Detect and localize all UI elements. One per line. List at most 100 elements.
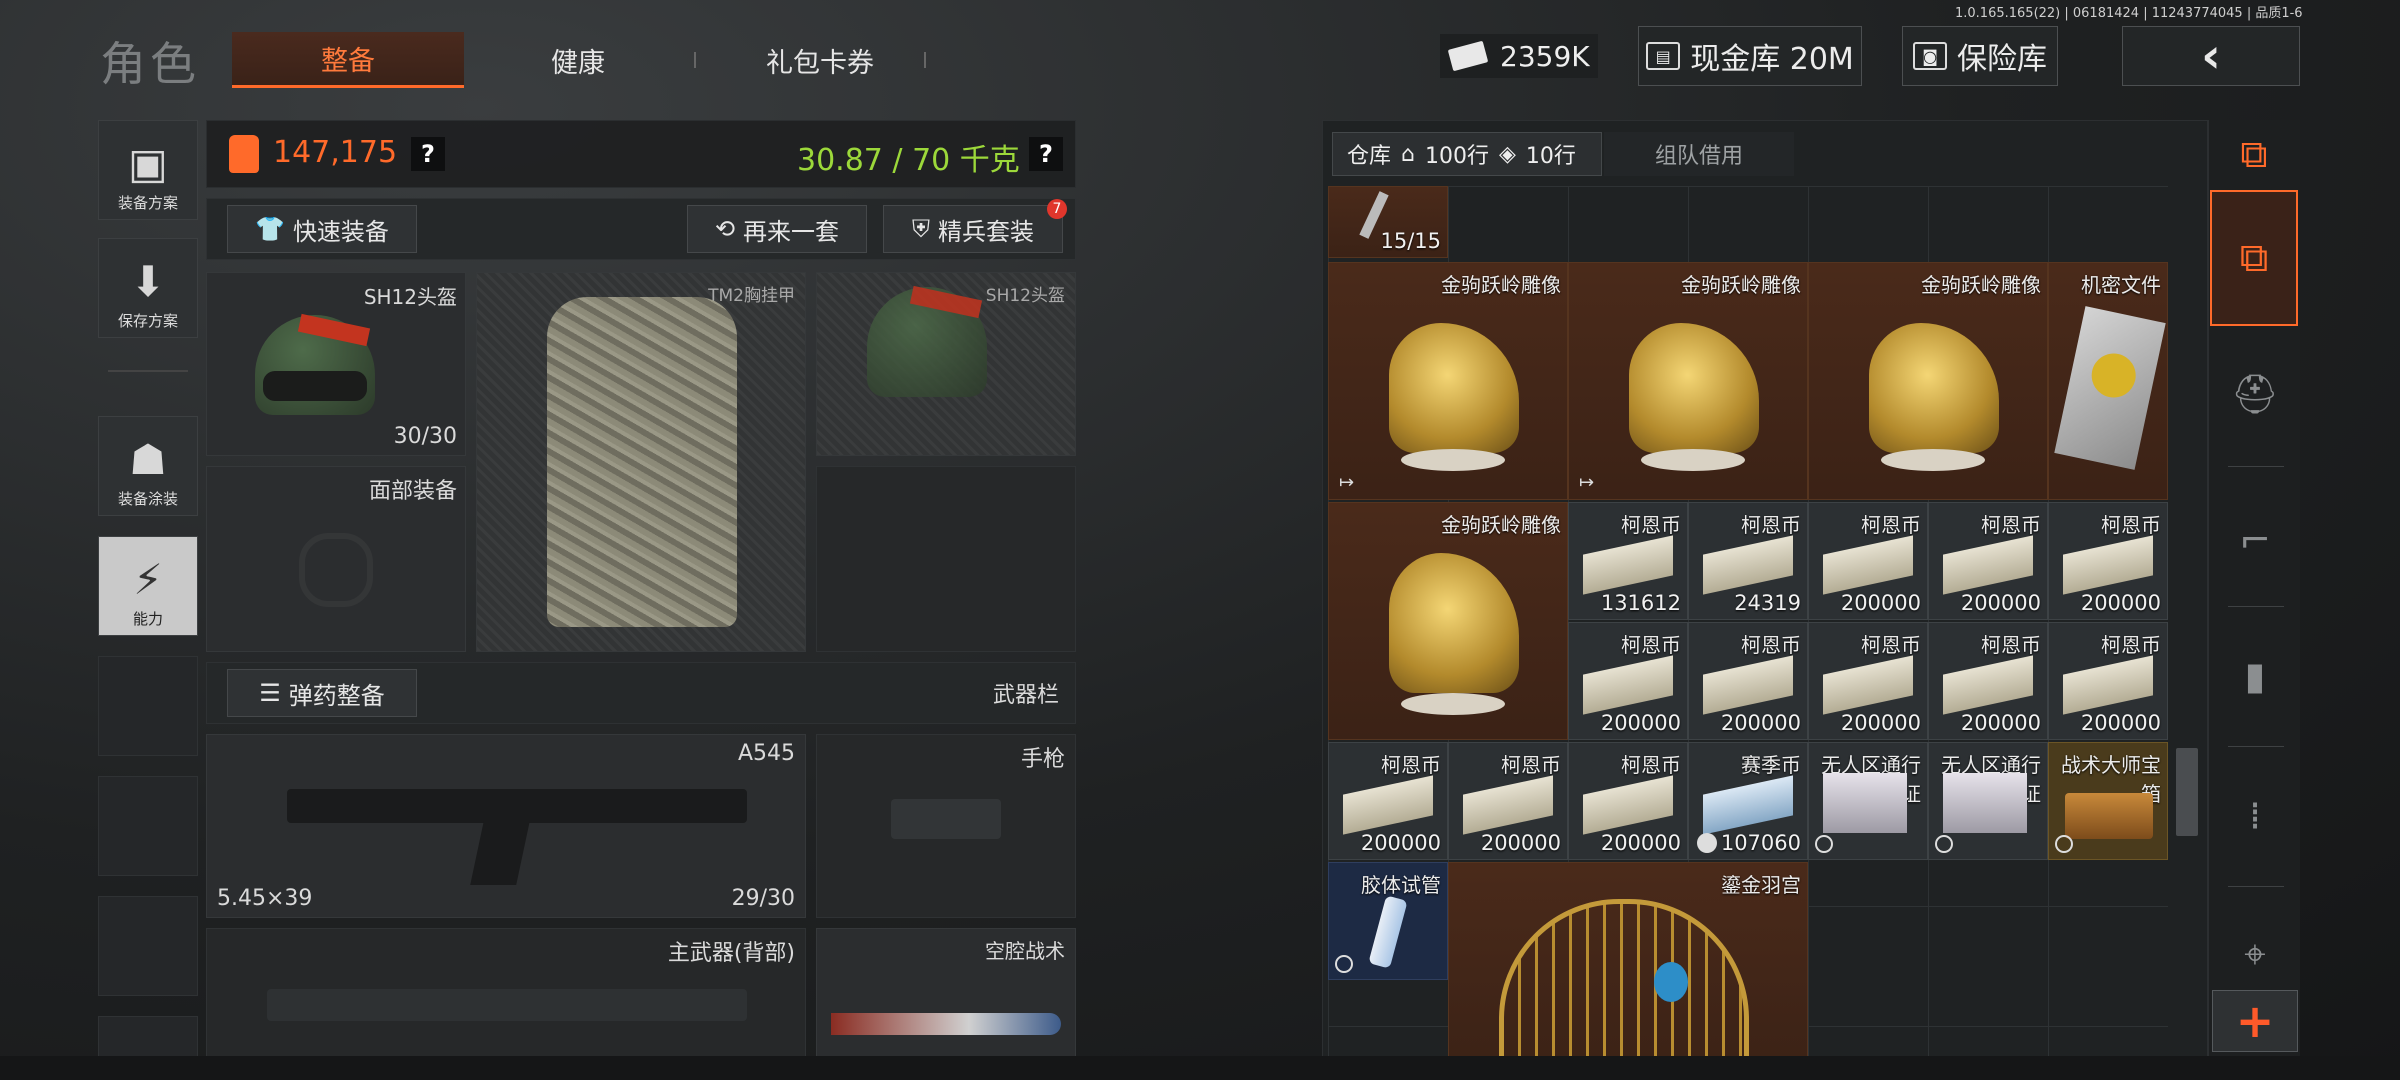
item-name: 柯恩币	[1861, 633, 1921, 657]
stash-item-coin[interactable]: 柯恩币 200000	[1928, 622, 2048, 740]
rail-divider	[2228, 886, 2284, 887]
elite-badge: 7	[1047, 199, 1067, 219]
item-count: 15/15	[1380, 229, 1441, 253]
stash-item-season-coin[interactable]: 赛季币 107060	[1688, 742, 1808, 860]
nav-label: 能力	[132, 610, 163, 628]
item-count: 200000	[1360, 831, 1441, 855]
help-icon[interactable]: ?	[1029, 137, 1063, 171]
tab-gift[interactable]: 礼包卡券	[710, 32, 930, 88]
statue-base-image	[1401, 449, 1505, 471]
ammo-button[interactable]: ☰ 弹药整备	[227, 669, 417, 717]
back-button[interactable]: ‹	[2122, 26, 2300, 86]
ammo-label: 弹药整备	[288, 681, 385, 710]
stash-item-horse[interactable]: 金驹跃岭雕像	[1328, 502, 1568, 740]
armor-slot[interactable]: TM2胸挂甲	[476, 272, 806, 652]
stash-item-pass[interactable]: 无人区通行证	[1928, 742, 2048, 860]
magazine-icon[interactable]: ▮	[2220, 646, 2290, 706]
layers-refresh-icon[interactable]: ⧉	[2210, 120, 2298, 188]
item-name: 鎏金羽宫	[1721, 873, 1801, 897]
rifle-icon[interactable]: ⌐	[2220, 510, 2290, 570]
refresh-icon: ⟲	[714, 215, 736, 243]
tab-health[interactable]: 健康	[480, 32, 676, 88]
item-name: 金驹跃岭雕像	[1441, 513, 1561, 537]
plus-icon[interactable]: +	[2212, 990, 2298, 1052]
stash-item-coin[interactable]: 柯恩币 200000	[1568, 622, 1688, 740]
stash-item-coin[interactable]: 柯恩币 200000	[2048, 622, 2168, 740]
helmet-slot[interactable]: SH12头盔 30/30	[206, 272, 466, 456]
item-name: 柯恩币	[1741, 633, 1801, 657]
item-count: 200000	[1840, 591, 1921, 615]
stash-item-cage[interactable]: 鎏金羽宫	[1448, 862, 1808, 1076]
helmet-icon[interactable]: ⛑	[2220, 364, 2290, 424]
mask-icon	[299, 533, 373, 607]
stash-tab[interactable]: 仓库 ⌂ 100行 ◈ 10行	[1332, 132, 1602, 176]
pistol-slot[interactable]: 手枪	[816, 734, 1076, 918]
melee-slot[interactable]: 空腔战术	[816, 928, 1076, 1076]
layers-icon[interactable]: ⧉	[2210, 190, 2298, 326]
item-name: 金驹跃岭雕像	[1681, 273, 1801, 297]
stash-item-pass[interactable]: 无人区通行证	[1808, 742, 1928, 860]
stash-item-tube[interactable]: 胶体试管	[1328, 862, 1448, 980]
nav-paint[interactable]: ☗ 装备涂装	[98, 416, 198, 516]
stash-item-coin[interactable]: 柯恩币 131612	[1568, 502, 1688, 620]
item-count: 200000	[2080, 711, 2161, 735]
nav-ability[interactable]: ⚡ 能力	[98, 536, 198, 636]
sight-icon[interactable]: ⌖	[2220, 924, 2290, 984]
stash-item-coin[interactable]: 柯恩币 200000	[1808, 502, 1928, 620]
currency-amount: 2359K	[1500, 39, 1590, 73]
cash-stack-image	[1343, 775, 1433, 835]
elite-set-button[interactable]: ⛨ 精兵套装	[883, 205, 1063, 253]
stash-item-coin[interactable]: 柯恩币 200000	[1928, 502, 2048, 620]
stash-item-chest[interactable]: 战术大师宝箱	[2048, 742, 2168, 860]
item-count: 200000	[1720, 711, 1801, 735]
rail-divider	[2228, 466, 2284, 467]
stash-item-coin[interactable]: 柯恩币 200000	[1328, 742, 1448, 860]
primary-weapon-slot[interactable]: A545 5.45×39 29/30	[206, 734, 806, 918]
quick-equip-button[interactable]: 👕 快速装备	[227, 205, 417, 253]
statue-base-image	[1401, 693, 1505, 715]
helmet-preview-slot[interactable]: SH12头盔	[816, 272, 1076, 456]
nav-save-plan[interactable]: ⬇ 保存方案	[98, 238, 198, 338]
stash-item-horse[interactable]: 金驹跃岭雕像 ↦	[1328, 262, 1568, 500]
pass-card-image	[1943, 773, 2027, 833]
pistol-icon	[891, 799, 1001, 839]
tab-equip[interactable]: 整备	[232, 32, 464, 88]
stash-item-coin[interactable]: 柯恩币 200000	[1448, 742, 1568, 860]
safe-button[interactable]: ◙ 保险库	[1902, 26, 2058, 86]
stash-item-coin[interactable]: 柯恩币 24319	[1688, 502, 1808, 620]
helmet-name: SH12头盔	[363, 285, 457, 309]
again-button[interactable]: ⟲ 再来一套	[687, 205, 867, 253]
stash-item-top[interactable]: 15/15	[1328, 186, 1448, 258]
melee-label: 空腔战术	[985, 939, 1065, 963]
stash-item-coin[interactable]: 柯恩币 200000	[1568, 742, 1688, 860]
bullet-icon[interactable]: ⁞	[2220, 786, 2290, 846]
item-name: 柯恩币	[2101, 633, 2161, 657]
cash-stack-image	[1703, 655, 1793, 715]
tab-divider	[924, 52, 926, 68]
stash-item-coin[interactable]: 柯恩币 200000	[1808, 622, 1928, 740]
stash-item-horse[interactable]: 金驹跃岭雕像	[1808, 262, 2048, 500]
stash-scrollbar[interactable]	[2176, 748, 2198, 836]
helmet-image	[255, 313, 375, 415]
backup-weapon-slot[interactable]: 主武器(背部)	[206, 928, 806, 1076]
help-icon[interactable]: ?	[411, 137, 445, 171]
paint-icon: ☗	[129, 435, 167, 484]
nav-equip-plan[interactable]: ▣ 装备方案	[98, 120, 198, 220]
statue-base-image	[1641, 449, 1745, 471]
stash-item-coin[interactable]: 柯恩币 200000	[1688, 622, 1808, 740]
rifle-magazine-image	[470, 821, 530, 885]
face-slot[interactable]: 面部装备	[206, 466, 466, 652]
stash-item-coin[interactable]: 柯恩币 200000	[2048, 502, 2168, 620]
item-name: 金驹跃岭雕像	[1921, 273, 2041, 297]
stash-item-horse[interactable]: 金驹跃岭雕像 ↦	[1568, 262, 1808, 500]
currency-display: 2359K	[1440, 34, 1598, 78]
primary-ammo: 29/30	[731, 886, 795, 911]
cash-vault-button[interactable]: ▤ 现金库 20M	[1638, 26, 1862, 86]
backup-weapon-label: 主武器(背部)	[667, 941, 795, 966]
armor-name: TM2胸挂甲	[708, 286, 795, 306]
pistol-label: 手枪	[1020, 747, 1065, 772]
rifle-silhouette-icon	[267, 989, 747, 1021]
stash-item-secret-file[interactable]: 机密文件	[2048, 262, 2168, 500]
team-borrow-tab[interactable]: 组队借用	[1604, 132, 1794, 176]
clock-icon	[1935, 835, 1953, 853]
